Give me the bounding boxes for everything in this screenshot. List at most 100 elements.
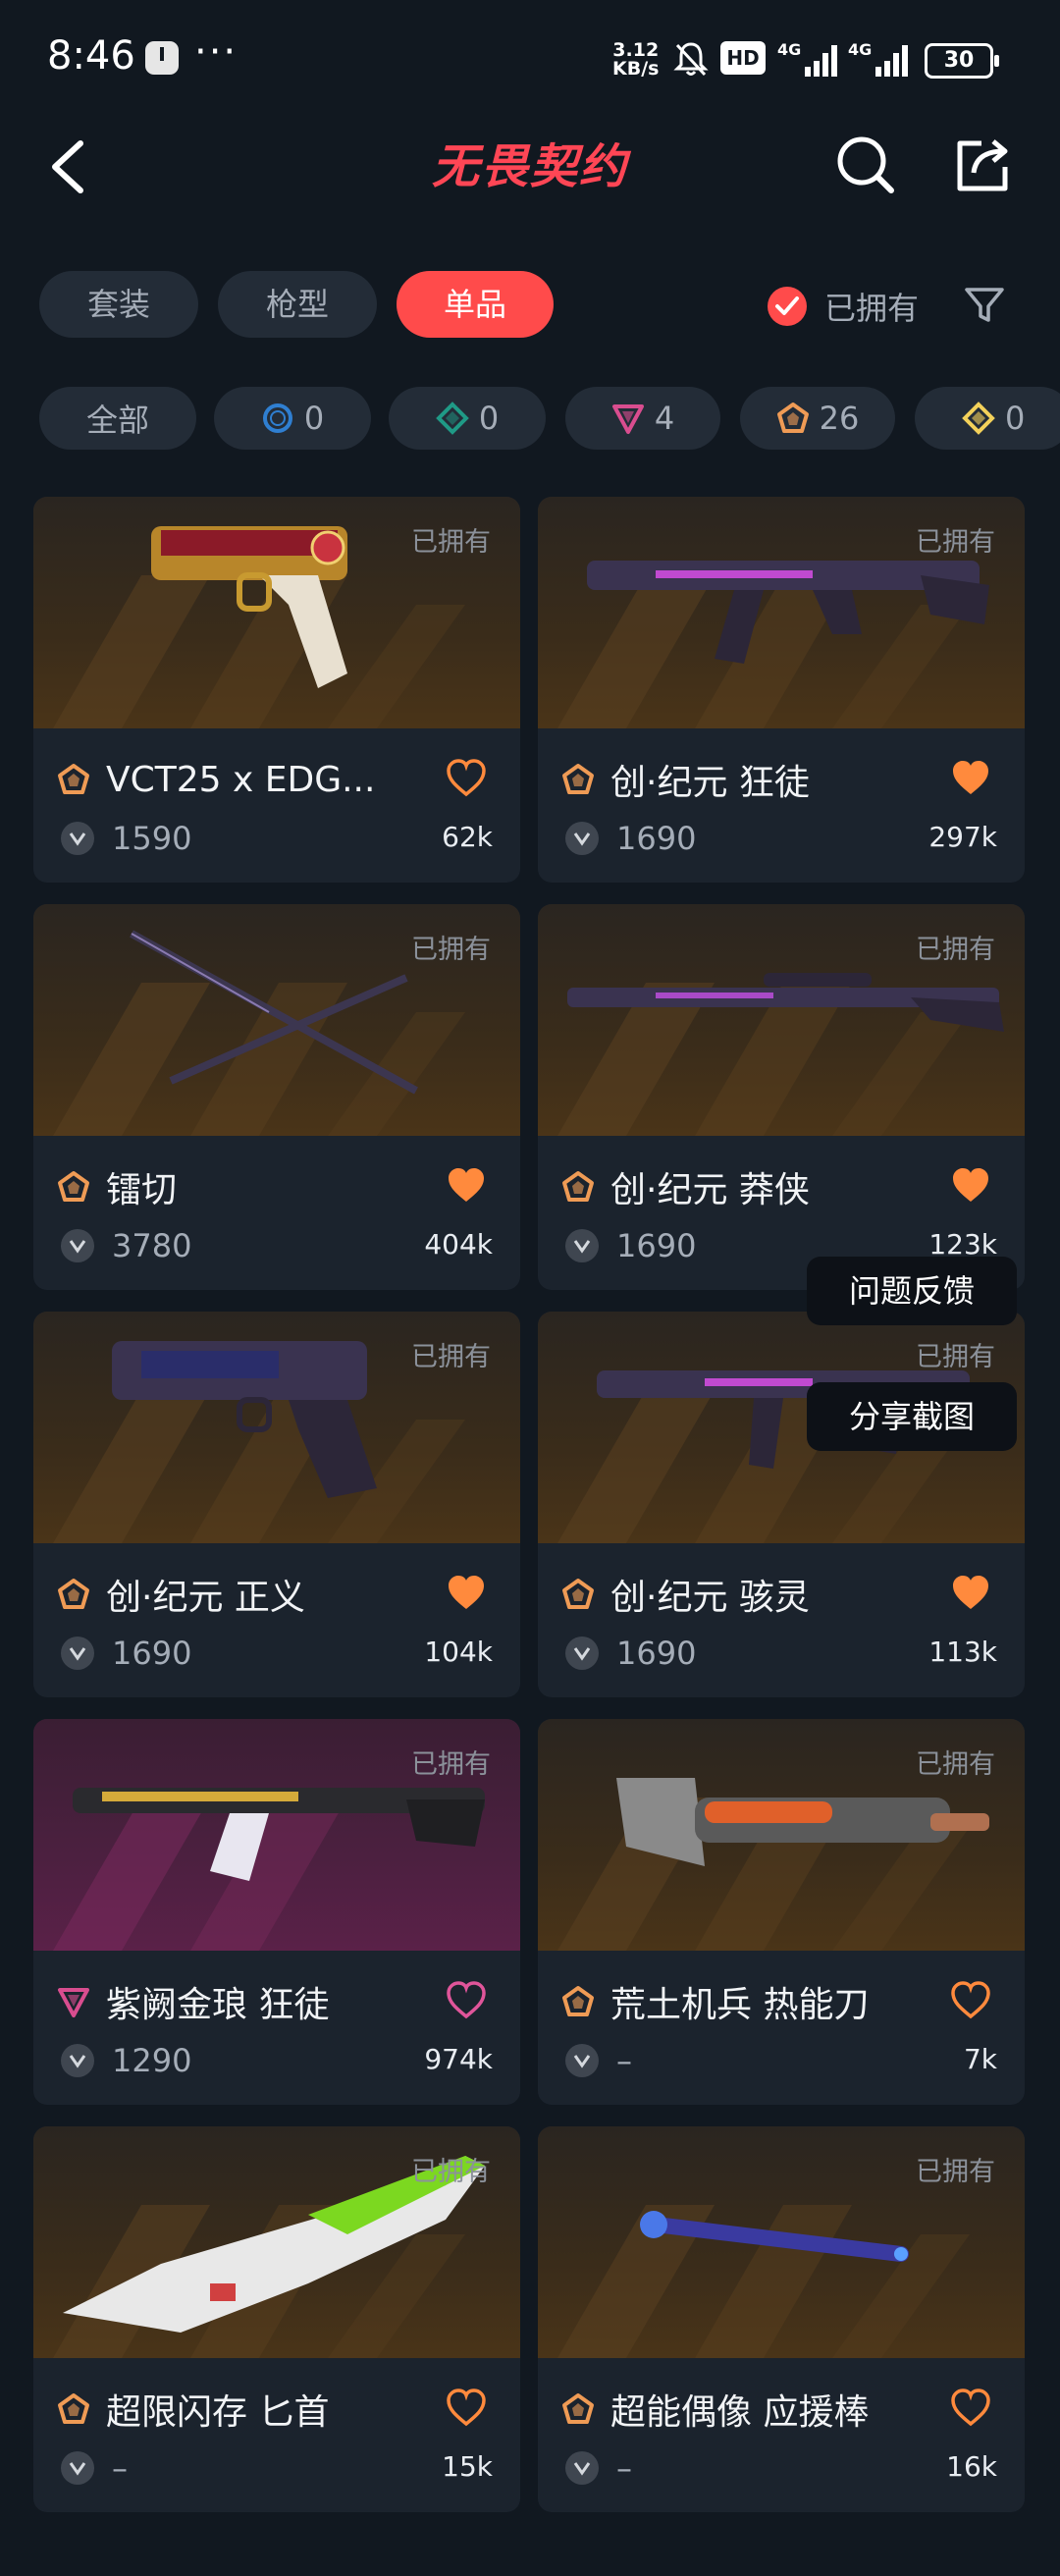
owned-badge: 已拥有 [411, 935, 491, 965]
like-count: 7k [963, 2043, 997, 2075]
exclusive-tier-icon [58, 764, 89, 794]
item-name: 超能偶像 应援棒 [610, 2392, 870, 2433]
favorite-heart-icon[interactable] [446, 1165, 487, 1205]
item-name: 创·纪元 莽侠 [610, 1170, 810, 1210]
vp-currency-icon [565, 1637, 599, 1670]
item-image: 已拥有 [538, 1719, 1025, 1951]
mute-bell-icon [673, 42, 709, 77]
favorite-heart-icon[interactable] [950, 1165, 991, 1205]
tab-single-items[interactable]: 单品 [397, 271, 554, 338]
favorite-heart-icon[interactable] [950, 2388, 991, 2427]
owned-badge: 已拥有 [916, 935, 995, 965]
item-price: 3780 [112, 1227, 192, 1264]
owned-filter-toggle[interactable]: 已拥有 [768, 285, 919, 328]
item-name: 创·纪元 狂徒 [610, 763, 810, 803]
rarity-chip-deluxe[interactable]: 0 [389, 387, 546, 450]
like-count: 15k [442, 2450, 493, 2483]
exclusive-tier-icon [58, 1579, 89, 1609]
item-card[interactable]: 已拥有镭切 3780 404k [33, 904, 520, 1290]
tab-bundles[interactable]: 套装 [39, 271, 198, 338]
like-count: 62k [442, 821, 493, 853]
signal-icon-2: 4G [848, 41, 908, 77]
tab-weapon-types[interactable]: 枪型 [218, 271, 377, 338]
exclusive-tier-icon [58, 1171, 89, 1202]
app-header: 无畏契约 [0, 118, 1060, 216]
item-card[interactable]: 已拥有创·纪元 骇灵 1690 113k [538, 1312, 1025, 1697]
status-time: 8:46 [47, 33, 135, 79]
favorite-heart-icon[interactable] [950, 1573, 991, 1612]
item-card[interactable]: 已拥有 超限闪存 匕首 – 15k [33, 2126, 520, 2512]
like-count: 113k [928, 1636, 997, 1668]
item-price: – [616, 2042, 632, 2079]
rarity-chip-all[interactable]: 全部 [39, 387, 196, 450]
owned-badge: 已拥有 [916, 1749, 995, 1780]
owned-badge: 已拥有 [411, 2157, 491, 2187]
battery-icon: 30 [925, 43, 999, 79]
exclusive-tier-icon [562, 1986, 594, 2016]
item-card[interactable]: 已拥有 创·纪元 莽侠 1690 123k [538, 904, 1025, 1290]
favorite-heart-icon[interactable] [446, 1573, 487, 1612]
item-image: 已拥有 [33, 497, 520, 728]
vp-currency-icon [565, 1229, 599, 1262]
svg-text:4G: 4G [848, 41, 872, 59]
rarity-chip-label: 全部 [85, 402, 149, 439]
rarity-chip-premium[interactable]: 4 [565, 387, 720, 450]
vp-currency-icon [565, 2044, 599, 2077]
like-count: 16k [946, 2450, 997, 2483]
vp-currency-icon [565, 2451, 599, 2485]
item-image: 已拥有 [33, 904, 520, 1136]
like-count: 404k [424, 1228, 493, 1261]
filter-funnel-icon[interactable] [964, 285, 1005, 326]
like-count: 297k [928, 821, 997, 853]
item-image: 已拥有 [33, 2126, 520, 2358]
favorite-heart-icon[interactable] [446, 1980, 487, 2019]
hd-voice-icon: HD [720, 41, 766, 75]
item-card[interactable]: 已拥有 VCT25 x EDG... 1590 62k [33, 497, 520, 883]
back-arrow-icon[interactable] [39, 135, 98, 198]
item-name: VCT25 x EDG... [106, 759, 376, 800]
owned-badge: 已拥有 [916, 527, 995, 558]
svg-text:4G: 4G [777, 41, 801, 59]
rarity-chip-count: 0 [478, 400, 500, 437]
rarity-chip-count: 26 [819, 400, 860, 437]
rarity-chip-ultra[interactable]: 0 [915, 387, 1060, 450]
vp-currency-icon [61, 2451, 94, 2485]
status-bar: 8:46 ··· 3.12 KB/s HD 4G 4G 30 [0, 0, 1060, 118]
favorite-heart-icon[interactable] [950, 758, 991, 797]
owned-badge: 已拥有 [916, 2157, 995, 2187]
rarity-chip-select[interactable]: 0 [214, 387, 371, 450]
owned-badge: 已拥有 [916, 1342, 995, 1372]
favorite-heart-icon[interactable] [446, 2388, 487, 2427]
item-image: 已拥有 [538, 904, 1025, 1136]
item-name: 创·纪元 骇灵 [610, 1578, 810, 1618]
item-price: 1690 [616, 1635, 697, 1672]
feedback-button[interactable]: 问题反馈 [807, 1257, 1017, 1325]
item-name: 镭切 [106, 1170, 178, 1210]
checkmark-icon [768, 287, 807, 326]
owned-badge: 已拥有 [411, 1342, 491, 1372]
share-screenshot-button[interactable]: 分享截图 [807, 1382, 1017, 1451]
item-card[interactable]: 已拥有 紫阙金琅 狂徒 1290 974k [33, 1719, 520, 2105]
item-name: 紫阙金琅 狂徒 [106, 1985, 330, 2025]
app-notification-icon [145, 41, 179, 75]
more-notifications-icon: ··· [194, 29, 238, 75]
premium-tier-icon [611, 404, 644, 434]
rarity-chip-exclusive[interactable]: 26 [740, 387, 895, 450]
item-card[interactable]: 已拥有 创·纪元 正义 1690 104k [33, 1312, 520, 1697]
item-image: 已拥有 [33, 1719, 520, 1951]
share-export-icon[interactable] [952, 134, 1015, 196]
favorite-heart-icon[interactable] [446, 758, 487, 797]
rarity-chip-count: 4 [654, 400, 675, 437]
item-price: 1590 [112, 820, 192, 857]
item-price: – [112, 2449, 128, 2487]
vp-currency-icon [61, 1637, 94, 1670]
deluxe-tier-icon [435, 402, 469, 435]
favorite-heart-icon[interactable] [950, 1980, 991, 2019]
network-speed: 3.12 KB/s [612, 39, 660, 80]
like-count: 974k [424, 2043, 493, 2075]
item-card[interactable]: 已拥有 荒土机兵 热能刀 – 7k [538, 1719, 1025, 2105]
search-icon[interactable] [834, 134, 897, 196]
item-card[interactable]: 已拥有 创·纪元 狂徒 1690 297k [538, 497, 1025, 883]
vp-currency-icon [61, 2044, 94, 2077]
item-card[interactable]: 已拥有 超能偶像 应援棒 – 16k [538, 2126, 1025, 2512]
